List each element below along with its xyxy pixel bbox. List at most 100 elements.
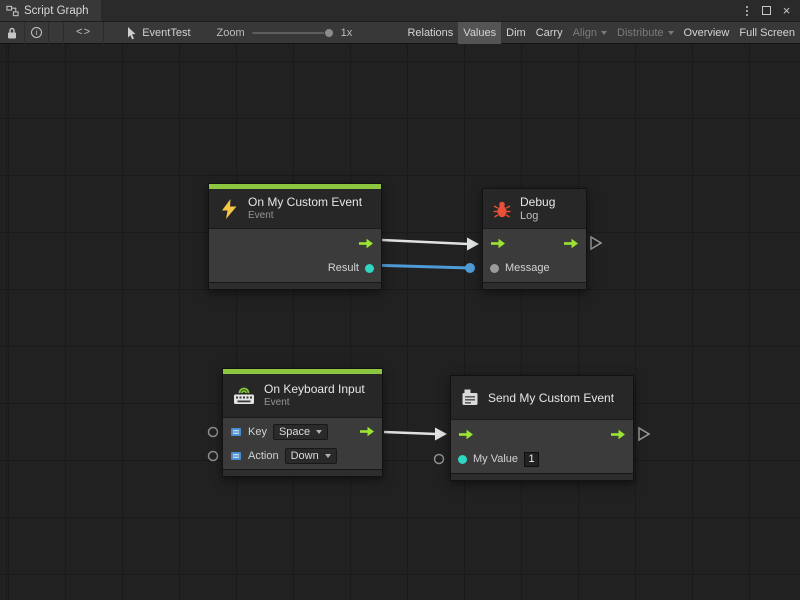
full-screen-label: Full Screen xyxy=(739,27,795,39)
action-label: Action xyxy=(248,450,279,462)
node-titles: Send My Custom Event xyxy=(488,391,614,405)
key-dropdown[interactable]: Space xyxy=(273,424,328,440)
tab-script-graph[interactable]: Script Graph xyxy=(0,0,101,21)
edit-script-button[interactable]: <> xyxy=(63,22,104,44)
kebab-menu-icon xyxy=(746,6,748,16)
relations-label: Relations xyxy=(407,27,453,39)
align-label: Align xyxy=(573,27,597,39)
close-button[interactable]: × xyxy=(778,2,795,19)
graph-icon xyxy=(6,5,19,17)
message-input-row: Message xyxy=(483,257,586,279)
node-footer xyxy=(483,282,586,289)
node-body: Key Space xyxy=(223,418,382,469)
action-value: Down xyxy=(291,450,319,462)
node-on-keyboard-input[interactable]: On Keyboard Input Event Key Space xyxy=(222,368,383,477)
node-title: On Keyboard Input xyxy=(264,382,365,396)
lock-icon xyxy=(6,26,18,40)
flow-output-port[interactable] xyxy=(610,428,626,441)
flow-output-port[interactable] xyxy=(358,237,374,250)
message-port[interactable] xyxy=(490,264,499,273)
zoom-slider-handle[interactable] xyxy=(324,28,334,38)
action-dropdown[interactable]: Down xyxy=(285,448,337,464)
graph-name: EventTest xyxy=(142,27,190,39)
full-screen-button[interactable]: Full Screen xyxy=(734,22,800,44)
node-subtitle: Event xyxy=(248,210,362,222)
titlebar-spacer xyxy=(101,0,738,21)
graph-reference[interactable]: EventTest xyxy=(118,26,198,40)
node-on-my-custom-event[interactable]: On My Custom Event Event Result xyxy=(208,183,382,290)
zoom-control: Zoom 1x xyxy=(217,27,353,39)
node-body: Result xyxy=(209,229,381,282)
result-port[interactable] xyxy=(365,264,374,273)
window-menu-button[interactable] xyxy=(738,2,755,19)
continuation-arrow[interactable] xyxy=(591,237,601,249)
relations-button[interactable]: Relations xyxy=(402,22,458,44)
distribute-dropdown-button[interactable]: Distribute xyxy=(612,22,678,44)
node-header[interactable]: On My Custom Event Event xyxy=(209,189,381,229)
wire-result-to-message[interactable] xyxy=(370,265,470,268)
flow-output-port[interactable] xyxy=(563,237,579,250)
dim-button[interactable]: Dim xyxy=(501,22,531,44)
node-namespace: Debug xyxy=(520,195,555,209)
zoom-value: 1x xyxy=(341,27,353,39)
key-input-row: Key Space xyxy=(223,421,382,442)
event-machine-icon xyxy=(460,388,480,407)
node-header[interactable]: On Keyboard Input Event xyxy=(223,374,382,418)
wire-arrowhead xyxy=(435,428,447,441)
dim-label: Dim xyxy=(506,27,526,39)
my-value-input[interactable]: 1 xyxy=(524,452,539,467)
my-value-label: My Value xyxy=(473,453,518,465)
node-body: Message xyxy=(483,229,586,282)
script-graph-window: Script Graph × i <> xyxy=(0,0,800,600)
message-label: Message xyxy=(505,262,550,274)
overview-button[interactable]: Overview xyxy=(679,22,735,44)
wires-layer xyxy=(0,44,800,600)
inspect-button[interactable]: i xyxy=(25,22,49,44)
node-title: Send My Custom Event xyxy=(488,391,614,405)
tab-title: Script Graph xyxy=(24,5,89,17)
node-debug-log[interactable]: Debug Log Message xyxy=(482,188,587,290)
node-titles: Debug Log xyxy=(520,195,555,222)
result-output-row: Result xyxy=(209,257,381,279)
node-title: Log xyxy=(520,210,555,222)
flow-output-port[interactable] xyxy=(359,425,375,438)
zoom-label: Zoom xyxy=(217,27,245,39)
wire-keyboard-to-send[interactable] xyxy=(384,432,436,434)
maximize-button[interactable] xyxy=(758,2,775,19)
external-port[interactable] xyxy=(209,428,218,437)
action-type-icon xyxy=(230,450,242,462)
distribute-label: Distribute xyxy=(617,27,663,39)
node-body: My Value 1 xyxy=(451,420,633,473)
my-value-port[interactable] xyxy=(458,455,467,464)
cursor-icon xyxy=(126,26,137,40)
external-port[interactable] xyxy=(209,452,218,461)
flow-input-port[interactable] xyxy=(458,428,474,441)
window-controls: × xyxy=(738,0,800,21)
graph-canvas[interactable]: On My Custom Event Event Result xyxy=(0,44,800,600)
control-flow-row xyxy=(483,232,586,254)
external-port[interactable] xyxy=(435,455,444,464)
zoom-slider[interactable] xyxy=(252,27,334,39)
flow-input-port[interactable] xyxy=(490,237,506,250)
toolbar-buttons: Relations Values Dim Carry Align Distrib… xyxy=(402,22,800,44)
values-button[interactable]: Values xyxy=(458,22,501,44)
graph-toolbar: i <> EventTest Zoom 1x Relations Values xyxy=(0,22,800,44)
node-title: On My Custom Event xyxy=(248,195,362,209)
align-dropdown-button[interactable]: Align xyxy=(568,22,612,44)
overview-label: Overview xyxy=(684,27,730,39)
control-flow-row xyxy=(451,423,633,445)
node-header[interactable]: Debug Log xyxy=(483,189,586,229)
node-subtitle: Event xyxy=(264,397,365,409)
zoom-slider-track xyxy=(252,32,334,34)
wire-arrowhead xyxy=(467,238,479,251)
node-header[interactable]: Send My Custom Event xyxy=(451,376,633,420)
result-label: Result xyxy=(328,262,359,274)
lock-button[interactable] xyxy=(0,22,25,44)
node-send-my-custom-event[interactable]: Send My Custom Event My Value xyxy=(450,375,634,481)
bug-icon xyxy=(492,199,512,219)
continuation-arrow[interactable] xyxy=(639,428,649,440)
chevron-down-icon xyxy=(316,430,322,434)
my-value-input-row: My Value 1 xyxy=(451,448,633,470)
wire-customevent-to-log[interactable] xyxy=(382,240,468,244)
carry-button[interactable]: Carry xyxy=(531,22,568,44)
